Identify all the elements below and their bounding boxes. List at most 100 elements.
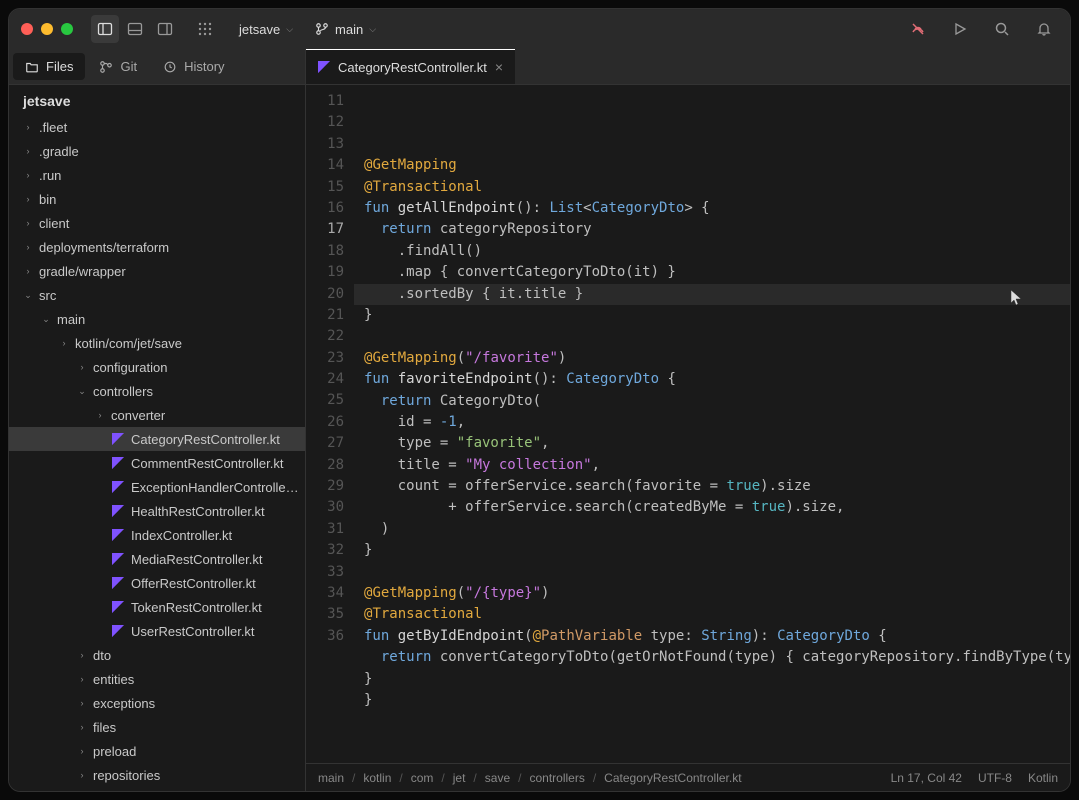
apps-icon[interactable] (191, 15, 219, 43)
tree-file[interactable]: HealthRestController.kt (9, 499, 305, 523)
code-line[interactable]: fun favoriteEndpoint(): CategoryDto { (354, 369, 1070, 390)
tree-folder[interactable]: ›client (9, 211, 305, 235)
tree-folder[interactable]: ›exceptions (9, 691, 305, 715)
tree-file[interactable]: TokenRestController.kt (9, 595, 305, 619)
branch-picker[interactable]: main ⌵ (315, 22, 376, 37)
tree-file[interactable]: MediaRestController.kt (9, 547, 305, 571)
code-line[interactable]: @GetMapping("/favorite") (354, 348, 1070, 369)
search-icon[interactable] (988, 15, 1016, 43)
minimize-window-button[interactable] (41, 23, 53, 35)
tree-label: controllers (93, 384, 153, 399)
branch-name: main (335, 22, 363, 37)
breadcrumb-segment[interactable]: main (318, 771, 344, 785)
tree-folder[interactable]: ›.run (9, 163, 305, 187)
tree-folder[interactable]: ›gradle/wrapper (9, 259, 305, 283)
tree-folder[interactable]: ›entities (9, 667, 305, 691)
code-line[interactable]: .map { convertCategoryToDto(it) } (354, 262, 1070, 283)
code-line[interactable]: @Transactional (354, 177, 1070, 198)
breadcrumb[interactable]: main/kotlin/com/jet/save/controllers/Cat… (318, 771, 742, 785)
chevron-down-icon: ⌵ (286, 24, 293, 35)
code-line[interactable]: ) (354, 519, 1070, 540)
breadcrumb-segment[interactable]: jet (453, 771, 466, 785)
tree-folder[interactable]: ›configuration (9, 355, 305, 379)
tree-file[interactable]: OfferRestController.kt (9, 571, 305, 595)
code-line[interactable]: title = "My collection", (354, 455, 1070, 476)
run-icon[interactable] (946, 15, 974, 43)
tree-folder[interactable]: ›converter (9, 403, 305, 427)
tree-label: .gradle (39, 144, 79, 159)
code-line[interactable]: id = -1, (354, 412, 1070, 433)
tree-file[interactable]: IndexController.kt (9, 523, 305, 547)
code-line[interactable]: } (354, 669, 1070, 690)
file-tab-label: CategoryRestController.kt (338, 60, 487, 75)
maximize-window-button[interactable] (61, 23, 73, 35)
panel-left-icon[interactable] (91, 15, 119, 43)
tree-folder[interactable]: ›repositories (9, 763, 305, 787)
code-line[interactable]: fun getAllEndpoint(): List<CategoryDto> … (354, 198, 1070, 219)
code-line[interactable]: return convertCategoryToDto(getOrNotFoun… (354, 647, 1070, 668)
file-tab[interactable]: CategoryRestController.kt × (306, 49, 515, 84)
sidebar-tab-label: Git (120, 59, 137, 74)
tree-folder[interactable]: ›dto (9, 643, 305, 667)
encoding[interactable]: UTF-8 (978, 771, 1012, 785)
tree-folder[interactable]: ›preload (9, 739, 305, 763)
breadcrumb-segment[interactable]: controllers (529, 771, 584, 785)
sidebar-tab-history[interactable]: History (151, 53, 236, 80)
tree-file[interactable]: CategoryRestController.kt (9, 427, 305, 451)
tree-folder[interactable]: ⌄src (9, 283, 305, 307)
file-tree[interactable]: ›.fleet›.gradle›.run›bin›client›deployme… (9, 115, 305, 791)
cursor-position[interactable]: Ln 17, Col 42 (891, 771, 962, 785)
sidebar-tab-git[interactable]: Git (87, 53, 149, 80)
breadcrumb-segment[interactable]: com (411, 771, 434, 785)
code-line[interactable]: + offerService.search(createdByMe = true… (354, 497, 1070, 518)
code-line[interactable]: @GetMapping("/{type}") (354, 583, 1070, 604)
code-line[interactable]: @GetMapping (354, 155, 1070, 176)
tree-folder[interactable]: ›kotlin/com/jet/save (9, 331, 305, 355)
code-line[interactable] (354, 326, 1070, 347)
language[interactable]: Kotlin (1028, 771, 1058, 785)
tree-folder[interactable]: ⌄ controllers (9, 379, 305, 403)
code-line[interactable]: return categoryRepository (354, 219, 1070, 240)
project-name: jetsave (239, 22, 280, 37)
code-line[interactable]: .sortedBy { it.title } (354, 284, 1070, 305)
chevron-icon: › (77, 674, 87, 684)
tree-folder[interactable]: ›bin (9, 187, 305, 211)
project-picker[interactable]: jetsave ⌵ (239, 22, 293, 37)
breadcrumb-segment[interactable]: CategoryRestController.kt (604, 771, 741, 785)
code-line[interactable]: @Transactional (354, 604, 1070, 625)
code-line[interactable]: type = "favorite", (354, 433, 1070, 454)
tree-folder[interactable]: ›.gradle (9, 139, 305, 163)
panel-right-icon[interactable] (151, 15, 179, 43)
panel-bottom-icon[interactable] (121, 15, 149, 43)
tree-file[interactable]: CommentRestController.kt (9, 451, 305, 475)
tree-folder[interactable]: ⌄main (9, 307, 305, 331)
kotlin-icon (111, 528, 125, 542)
sidebar-tab-files[interactable]: Files (13, 53, 85, 80)
breadcrumb-segment[interactable]: kotlin (363, 771, 391, 785)
code-line[interactable] (354, 562, 1070, 583)
tree-folder[interactable]: ›.fleet (9, 115, 305, 139)
chevron-icon: ⌄ (77, 386, 87, 397)
tree-file[interactable]: ExceptionHandlerControlle… (9, 475, 305, 499)
chevron-icon: › (23, 170, 33, 180)
tree-folder[interactable]: ›security (9, 787, 305, 791)
close-window-button[interactable] (21, 23, 33, 35)
bell-icon[interactable] (1030, 15, 1058, 43)
breadcrumb-segment[interactable]: save (485, 771, 510, 785)
code-line[interactable]: .findAll() (354, 241, 1070, 262)
code-line[interactable]: count = offerService.search(favorite = t… (354, 476, 1070, 497)
tree-file[interactable]: UserRestController.kt (9, 619, 305, 643)
close-icon[interactable]: × (495, 59, 503, 75)
code-line[interactable]: } (354, 690, 1070, 711)
tree-folder[interactable]: ›files (9, 715, 305, 739)
connection-icon[interactable] (904, 15, 932, 43)
tree-folder[interactable]: ›deployments/terraform (9, 235, 305, 259)
code-line[interactable]: return CategoryDto( (354, 391, 1070, 412)
tree-label: src (39, 288, 56, 303)
code-line[interactable]: fun getByIdEndpoint(@PathVariable type: … (354, 626, 1070, 647)
code-area[interactable]: @GetMapping@Transactionalfun getAllEndpo… (354, 85, 1070, 763)
tree-label: converter (111, 408, 165, 423)
code-line[interactable]: } (354, 540, 1070, 561)
code-line[interactable]: } (354, 305, 1070, 326)
folder-icon (25, 60, 39, 74)
